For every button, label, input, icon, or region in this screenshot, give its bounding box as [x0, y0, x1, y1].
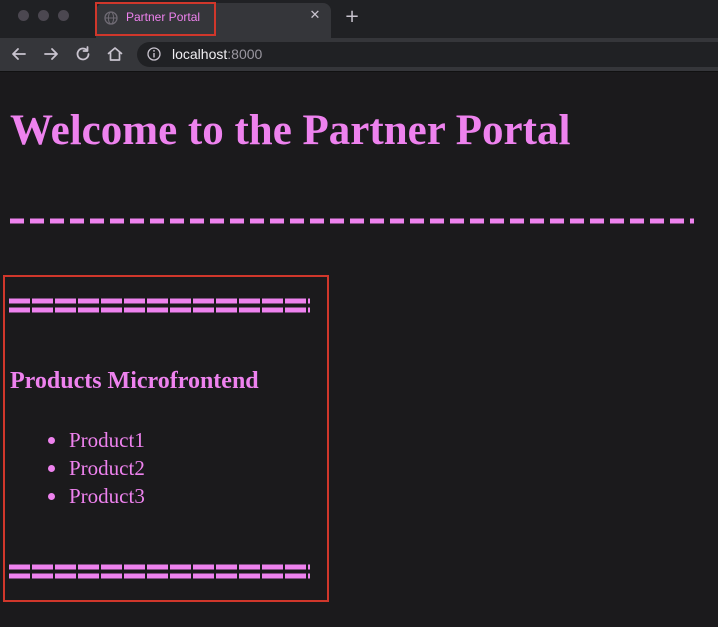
page-title: Welcome to the Partner Portal [10, 107, 571, 154]
product-name: Product1 [69, 428, 145, 452]
product-name: Product3 [69, 484, 145, 508]
bullet-icon [48, 465, 55, 472]
product-name: Product2 [69, 456, 145, 480]
list-item: Product1 [0, 427, 200, 455]
reload-icon[interactable] [73, 44, 93, 64]
home-icon[interactable] [105, 44, 125, 64]
list-item: Product3 [0, 483, 200, 511]
maximize-window-button[interactable] [58, 10, 69, 21]
globe-icon [104, 11, 118, 25]
info-icon[interactable] [147, 47, 161, 61]
double-line-separator-bottom [9, 564, 310, 579]
close-window-button[interactable] [18, 10, 29, 21]
back-arrow-icon[interactable] [9, 44, 29, 64]
list-item: Product2 [0, 455, 200, 483]
bullet-icon [48, 437, 55, 444]
plus-icon[interactable]: + [343, 7, 361, 27]
tab-title: Partner Portal [126, 10, 201, 24]
url-text[interactable]: localhost:8000 [172, 46, 262, 62]
chrome-divider [0, 71, 718, 72]
url-host: localhost [172, 46, 228, 62]
dashed-separator [10, 218, 694, 224]
close-icon[interactable]: ✕ [307, 8, 323, 24]
bullet-icon [48, 493, 55, 500]
products-title: Products Microfrontend [10, 368, 259, 394]
forward-arrow-icon[interactable] [41, 44, 61, 64]
url-port: :8000 [227, 46, 263, 62]
minimize-window-button[interactable] [38, 10, 49, 21]
double-line-separator-top [9, 298, 310, 313]
